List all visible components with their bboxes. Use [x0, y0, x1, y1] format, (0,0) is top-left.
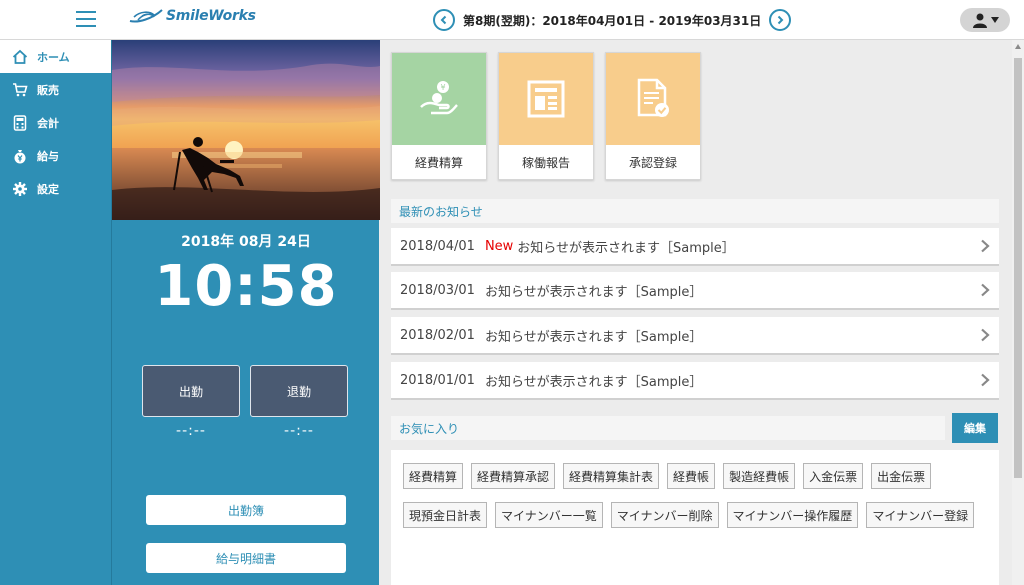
tile-expense-settlement[interactable]: ¥ 経費精算	[391, 52, 487, 180]
chevron-right-icon	[981, 328, 990, 342]
news-text: お知らせが表示されます［Sample］	[517, 240, 735, 256]
news-item[interactable]: 2018/02/01 お知らせが表示されます［Sample］	[391, 317, 999, 355]
news-date: 2018/04/01	[400, 238, 475, 254]
sidebar-item-home[interactable]: ホーム	[0, 40, 111, 73]
favorite-chip[interactable]: 経費精算	[403, 463, 464, 489]
tile-label: 経費精算	[414, 155, 463, 170]
favorites-section-title: お気に入り	[391, 416, 945, 440]
news-date: 2018/01/01	[400, 372, 475, 388]
tile-label: 稼働報告	[521, 155, 570, 170]
news-item[interactable]: 2018/01/01 お知らせが表示されます［Sample］	[391, 362, 999, 400]
top-header: SmileWorks 第8期(翌期)：2018年04月01日 - 2019年03…	[0, 0, 1024, 40]
period-navigator: 第8期(翌期)：2018年04月01日 - 2019年03月31日	[433, 9, 792, 31]
news-text: お知らせが表示されます［Sample］	[484, 374, 703, 390]
favorite-chip[interactable]: 経費帳	[667, 463, 716, 489]
attendance-book-button[interactable]: 出勤簿	[146, 495, 346, 525]
current-time: 10:58	[154, 254, 338, 319]
edit-favorites-button[interactable]: 編集	[952, 413, 998, 443]
chevron-right-icon	[981, 373, 990, 387]
app-logo[interactable]: SmileWorks	[128, 7, 256, 25]
page-scrollbar[interactable]	[1012, 40, 1024, 585]
logo-text: SmileWorks	[166, 8, 256, 24]
sidebar-item-sales[interactable]: 販売	[0, 73, 111, 106]
cart-icon	[11, 81, 29, 99]
document-check-icon	[637, 78, 669, 117]
yen-bag-icon	[11, 147, 29, 165]
favorite-chip[interactable]: マイナンバー一覧	[495, 502, 603, 528]
sidebar-item-payroll[interactable]: 給与	[0, 139, 111, 172]
new-badge: New	[484, 238, 514, 254]
favorite-chip[interactable]: 入金伝票	[803, 463, 864, 489]
user-icon	[972, 13, 987, 28]
chevron-right-icon	[981, 239, 990, 253]
sunset-beach-photo	[112, 40, 380, 220]
chevron-right-icon	[778, 15, 784, 25]
news-section-title: 最新のお知らせ	[391, 199, 999, 223]
sidebar-item-label: ホーム	[37, 50, 70, 64]
clock-in-time: --:--	[176, 423, 206, 439]
calculator-icon	[11, 114, 29, 132]
news-text: お知らせが表示されます［Sample］	[484, 329, 703, 345]
tile-icon-area: ¥	[392, 53, 486, 145]
favorite-chip[interactable]: マイナンバー登録	[866, 502, 975, 528]
favorites-row-2: 現預金日計表 マイナンバー一覧 マイナンバー削除 マイナンバー操作履歴 マイナン…	[403, 502, 975, 528]
favorite-chip[interactable]: マイナンバー操作履歴	[726, 502, 859, 528]
news-item[interactable]: 2018/03/01 お知らせが表示されます［Sample］	[391, 272, 999, 310]
caret-down-icon	[990, 17, 999, 23]
user-menu-button[interactable]	[960, 8, 1010, 32]
home-icon	[11, 48, 29, 66]
sidebar: ホーム 販売 会計 給与 設定	[0, 40, 111, 585]
current-date: 2018年 08月 24日	[181, 234, 311, 250]
sidebar-item-label: 販売	[37, 83, 59, 97]
favorite-chip[interactable]: 経費精算集計表	[563, 463, 660, 489]
prev-period-button[interactable]	[433, 9, 455, 31]
clock-in-button[interactable]: 出勤	[142, 365, 240, 417]
sidebar-item-label: 給与	[37, 149, 59, 163]
chevron-left-icon	[440, 15, 447, 25]
report-icon	[527, 80, 565, 118]
gear-icon	[11, 180, 29, 198]
favorite-chip[interactable]: マイナンバー削除	[610, 502, 719, 528]
payslip-button[interactable]: 給与明細書	[146, 543, 346, 573]
favorite-chip[interactable]: 製造経費帳	[723, 463, 796, 489]
tile-approval-registration[interactable]: 承認登録	[605, 52, 701, 180]
tile-icon-area	[606, 53, 700, 145]
favorites-box: 経費精算 経費精算承認 経費精算集計表 経費帳 製造経費帳 入金伝票 出金伝票 …	[391, 450, 999, 585]
hand-coin-icon: ¥	[420, 81, 458, 115]
scroll-thumb[interactable]	[1014, 58, 1022, 478]
chevron-right-icon	[981, 283, 990, 297]
tile-label: 承認登録	[628, 155, 677, 170]
attendance-panel: 2018年 08月 24日 10:58 出勤 退勤 --:-- --:-- 出勤…	[111, 40, 380, 585]
hamburger-menu-icon[interactable]	[76, 11, 96, 27]
news-date: 2018/03/01	[400, 282, 475, 298]
news-item[interactable]: 2018/04/01 New お知らせが表示されます［Sample］	[391, 228, 999, 266]
clock-out-button[interactable]: 退勤	[250, 365, 348, 417]
sidebar-item-accounting[interactable]: 会計	[0, 106, 111, 139]
sidebar-item-settings[interactable]: 設定	[0, 172, 111, 205]
scroll-up-arrow-icon[interactable]	[1015, 44, 1021, 49]
sidebar-item-label: 会計	[37, 116, 59, 130]
news-date: 2018/02/01	[400, 327, 475, 343]
favorite-chip[interactable]: 現預金日計表	[403, 502, 488, 528]
tile-icon-area	[499, 53, 593, 145]
favorite-chip[interactable]: 出金伝票	[871, 463, 932, 489]
next-period-button[interactable]	[769, 9, 792, 31]
logo-swoosh-icon	[129, 9, 163, 23]
favorite-chip[interactable]: 経費精算承認	[471, 463, 556, 489]
sidebar-item-label: 設定	[37, 182, 59, 196]
period-label: 第8期(翌期)：2018年04月01日 - 2019年03月31日	[463, 13, 762, 28]
news-text: お知らせが表示されます［Sample］	[484, 284, 703, 300]
favorites-row-1: 経費精算 経費精算承認 経費精算集計表 経費帳 製造経費帳 入金伝票 出金伝票	[403, 463, 932, 489]
svg-text:¥: ¥	[440, 83, 445, 92]
clock-out-time: --:--	[284, 423, 314, 439]
tile-work-report[interactable]: 稼働報告	[498, 52, 594, 180]
main-content: ¥ 経費精算 稼働報告 承認登録 最新のお知らせ 2018/04/01 New …	[379, 40, 1012, 585]
